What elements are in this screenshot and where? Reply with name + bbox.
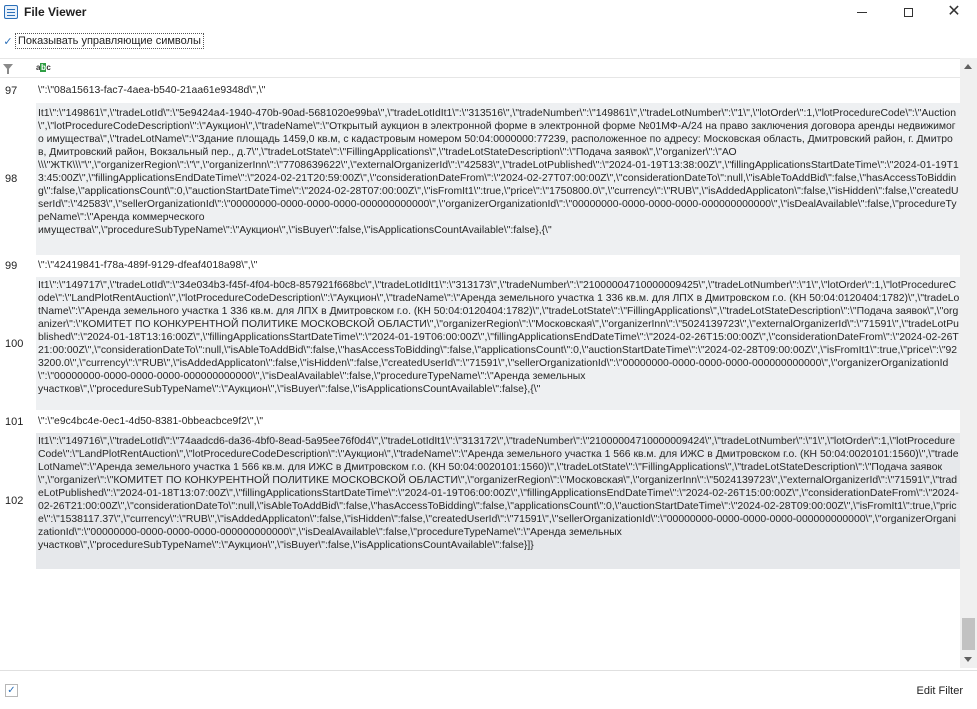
row-number: 97 bbox=[5, 85, 18, 97]
row-number: 100 bbox=[5, 337, 24, 350]
footer-bar: ✓ Edit Filter bbox=[0, 670, 977, 709]
filter-enabled-checkbox[interactable]: ✓ bbox=[5, 684, 18, 697]
close-icon: ✕ bbox=[947, 3, 961, 20]
row-text: It1\":\"149716\",\"tradeLotId\":\"74aadc… bbox=[36, 433, 960, 569]
data-grid[interactable]: 97 \":\"08a15613-fac7-4aea-b540-21aa61e9… bbox=[0, 80, 960, 670]
options-bar: ✓ Показывать управляющие символы bbox=[0, 31, 204, 51]
table-row[interactable]: 98 It1\":\"149861\",\"tradeLotId\":\"5e9… bbox=[0, 103, 960, 255]
scroll-down-arrow-icon[interactable] bbox=[964, 657, 972, 662]
row-text: It1\":\"149861\",\"tradeLotId\":\"5e9424… bbox=[36, 103, 960, 255]
abc-letter-c: c bbox=[46, 63, 51, 72]
row-text: It1\":\"149717\",\"tradeLotId\":\"34e034… bbox=[36, 277, 960, 410]
table-row[interactable]: 100 It1\":\"149717\",\"tradeLotId\":\"34… bbox=[0, 277, 960, 410]
abc-column-icon[interactable]: abc bbox=[36, 63, 51, 72]
window-title: File Viewer bbox=[24, 5, 87, 19]
row-text: \":\"42419841-f78a-489f-9129-dfeaf4018a9… bbox=[38, 260, 258, 271]
filter-row: abc bbox=[0, 58, 977, 78]
maximize-icon bbox=[903, 7, 913, 17]
show-control-chars-checkbox[interactable]: ✓ bbox=[2, 35, 14, 48]
row-number: 99 bbox=[5, 260, 18, 272]
maximize-button[interactable] bbox=[885, 0, 931, 24]
scroll-thumb[interactable] bbox=[962, 618, 975, 650]
row-number: 101 bbox=[5, 416, 24, 428]
vertical-scrollbar[interactable] bbox=[960, 58, 977, 668]
show-control-chars-label[interactable]: Показывать управляющие символы bbox=[15, 33, 204, 49]
scroll-up-arrow-icon[interactable] bbox=[964, 64, 972, 69]
title-bar: File Viewer ✕ bbox=[0, 0, 977, 24]
table-row[interactable]: 97 \":\"08a15613-fac7-4aea-b540-21aa61e9… bbox=[0, 80, 960, 102]
filter-icon[interactable] bbox=[3, 64, 13, 74]
close-button[interactable]: ✕ bbox=[931, 0, 977, 24]
edit-filter-button[interactable]: Edit Filter bbox=[917, 685, 963, 697]
row-text: \":\"e9c4bc4e-0ec1-4d50-8381-0bbeacbce9f… bbox=[38, 416, 264, 427]
table-row[interactable]: 101 \":\"e9c4bc4e-0ec1-4d50-8381-0bbeacb… bbox=[0, 412, 960, 432]
minimize-icon bbox=[857, 11, 867, 13]
table-row[interactable]: 102 It1\":\"149716\",\"tradeLotId\":\"74… bbox=[0, 433, 960, 569]
table-row[interactable]: 99 \":\"42419841-f78a-489f-9129-dfeaf401… bbox=[0, 256, 960, 276]
row-text: \":\"08a15613-fac7-4aea-b540-21aa61e9348… bbox=[38, 85, 266, 96]
minimize-button[interactable] bbox=[839, 0, 885, 24]
row-number: 98 bbox=[5, 173, 18, 185]
row-number: 102 bbox=[5, 495, 24, 507]
window-controls: ✕ bbox=[839, 0, 977, 24]
file-viewer-app-icon bbox=[4, 5, 18, 19]
